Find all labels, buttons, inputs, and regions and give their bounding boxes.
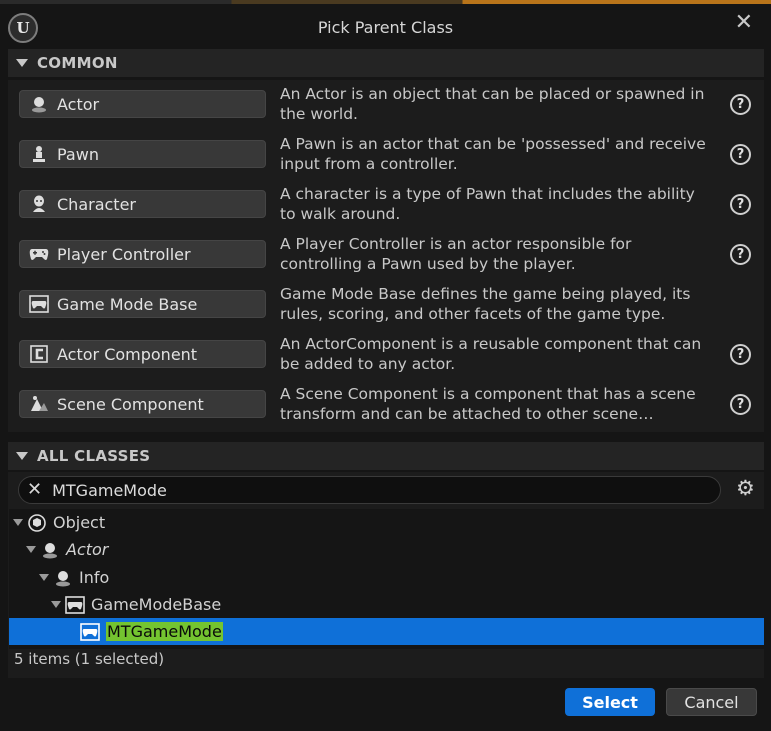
class-description: A character is a type of Pawn that inclu… [280, 185, 695, 223]
tree-item-label: Info [79, 568, 110, 587]
common-row-scene-component: Scene Component A Scene Component is a c… [8, 380, 764, 430]
actor-icon [53, 568, 73, 588]
dialog-title: Pick Parent Class [317, 18, 454, 37]
collapse-triangle-icon [16, 59, 28, 67]
title-bar[interactable]: U Pick Parent Class ✕ [0, 4, 771, 48]
common-section-header[interactable]: COMMON [8, 49, 764, 77]
actor-icon [28, 94, 50, 114]
common-row-player-controller: Player Controller A Player Controller is… [8, 230, 764, 280]
gamepad-icon [28, 244, 50, 264]
actor-component-icon [28, 344, 50, 364]
class-description: Game Mode Base defines the game being pl… [280, 285, 691, 323]
pick-parent-class-dialog: U Pick Parent Class ✕ COMMON Actor An Ac… [0, 0, 771, 731]
scene-component-class-button[interactable]: Scene Component [19, 390, 266, 418]
class-search-box: ✕ [18, 476, 721, 504]
class-button-label: Actor Component [57, 344, 198, 364]
tree-row-gamemodebase[interactable]: GameModeBase [9, 591, 764, 618]
actor-icon [40, 540, 60, 560]
class-tree: Object Actor Info GameModeBase MTGameMod… [9, 509, 764, 649]
expand-arrow-icon[interactable] [51, 601, 61, 608]
common-row-actor: Actor An Actor is an object that can be … [8, 80, 764, 130]
item-count-status: 5 items (1 selected) [14, 650, 165, 668]
pawn-icon [28, 144, 50, 164]
clear-search-icon[interactable]: ✕ [27, 481, 42, 499]
class-description: A Player Controller is an actor responsi… [280, 235, 632, 273]
class-description: A Pawn is an actor that can be 'possesse… [280, 135, 706, 173]
character-icon [28, 194, 50, 214]
common-header-label: COMMON [37, 54, 118, 72]
class-search-input[interactable] [52, 480, 673, 500]
common-row-pawn: Pawn A Pawn is an actor that can be 'pos… [8, 130, 764, 180]
tree-row-object[interactable]: Object [9, 509, 764, 536]
class-button-label: Scene Component [57, 394, 204, 414]
cancel-button[interactable]: Cancel [666, 688, 757, 716]
player-controller-class-button[interactable]: Player Controller [19, 240, 266, 268]
tree-row-info[interactable]: Info [9, 564, 764, 591]
class-button-label: Character [57, 194, 136, 214]
help-icon[interactable]: ? [730, 194, 751, 215]
common-class-list: Actor An Actor is an object that can be … [8, 80, 764, 432]
help-icon[interactable]: ? [730, 94, 751, 115]
collapse-triangle-icon [16, 452, 28, 460]
expand-arrow-icon[interactable] [39, 574, 49, 581]
class-description: An Actor is an object that can be placed… [280, 85, 705, 123]
help-icon[interactable]: ? [730, 144, 751, 165]
common-row-character: Character A character is a type of Pawn … [8, 180, 764, 230]
tree-row-actor[interactable]: Actor [9, 536, 764, 563]
all-classes-panel: ✕ ⚙ Object Actor [8, 472, 764, 678]
actor-component-class-button[interactable]: Actor Component [19, 340, 266, 368]
class-description: A Scene Component is a component that ha… [280, 385, 696, 423]
select-button[interactable]: Select [565, 688, 655, 716]
class-button-label: Player Controller [57, 244, 191, 264]
class-button-label: Pawn [57, 144, 99, 164]
tree-item-label: MTGameMode [106, 622, 223, 641]
tree-item-label: GameModeBase [91, 595, 222, 614]
game-mode-icon [65, 595, 85, 615]
class-button-label: Actor [57, 94, 100, 114]
class-button-label: Game Mode Base [57, 294, 198, 314]
character-class-button[interactable]: Character [19, 190, 266, 218]
common-row-game-mode-base: Game Mode Base Game Mode Base defines th… [8, 280, 764, 330]
common-row-actor-component: Actor Component An ActorComponent is a r… [8, 330, 764, 380]
help-icon[interactable]: ? [730, 244, 751, 265]
pawn-class-button[interactable]: Pawn [19, 140, 266, 168]
expand-arrow-icon[interactable] [13, 519, 23, 526]
help-icon[interactable]: ? [730, 394, 751, 415]
tree-item-label: Actor [66, 540, 109, 559]
game-mode-icon [80, 622, 100, 642]
scene-component-icon [28, 394, 50, 414]
class-description: An ActorComponent is a reusable componen… [280, 335, 702, 373]
game-mode-base-class-button[interactable]: Game Mode Base [19, 290, 266, 318]
all-classes-section-header[interactable]: ALL CLASSES [8, 442, 764, 470]
all-classes-header-label: ALL CLASSES [37, 447, 151, 465]
tree-item-label: Object [53, 513, 106, 532]
object-icon [27, 513, 47, 533]
help-icon[interactable]: ? [730, 344, 751, 365]
game-mode-icon [28, 294, 50, 314]
close-icon[interactable]: ✕ [735, 10, 753, 35]
actor-class-button[interactable]: Actor [19, 90, 266, 118]
tree-row-mtgamemode[interactable]: MTGameMode [9, 618, 764, 645]
settings-gear-icon[interactable]: ⚙ [736, 478, 755, 499]
expand-arrow-icon[interactable] [26, 546, 36, 553]
